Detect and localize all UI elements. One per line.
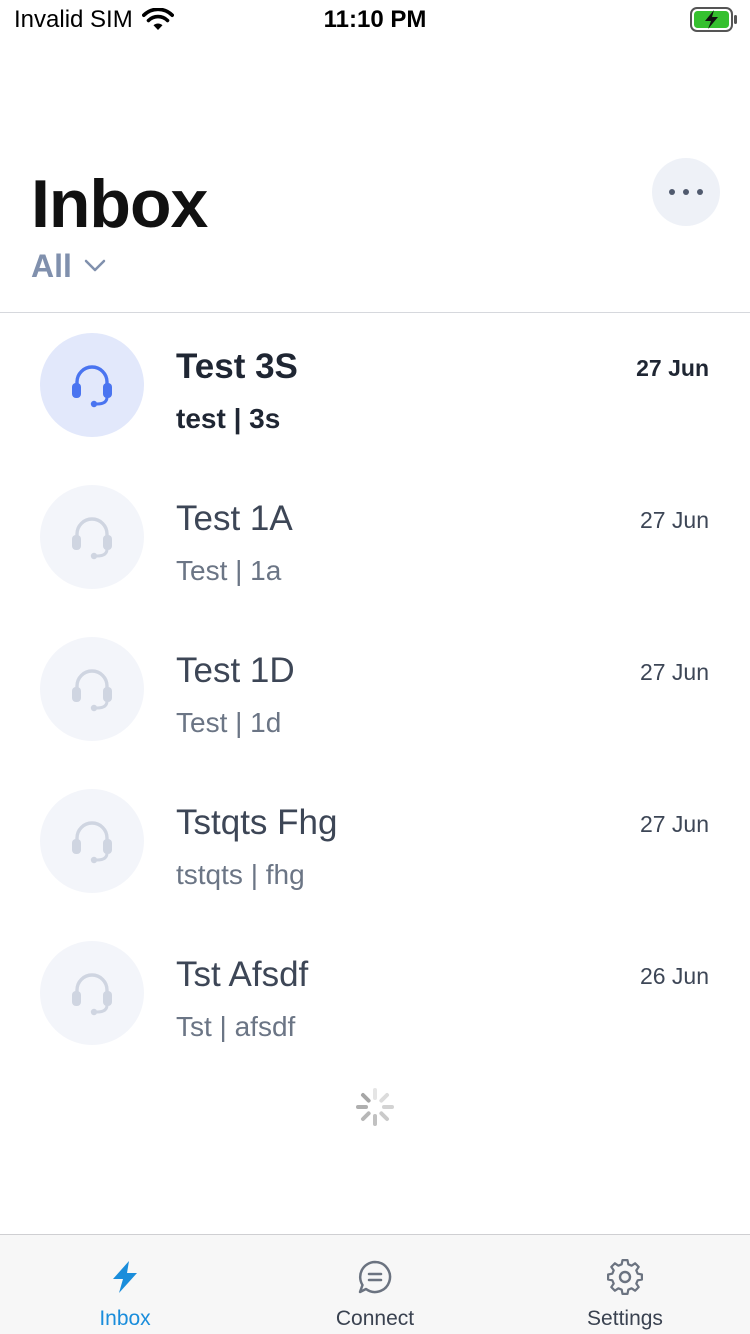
clock: 11:10 PM (323, 6, 427, 33)
conversation-list: Test 3S test | 3s 27 Jun Test 1A Test | 1a 27… (0, 313, 750, 1073)
conversation-preview: Test | 1d (176, 707, 282, 738)
battery-charging-icon (690, 7, 737, 32)
more-options-button[interactable] (652, 158, 720, 226)
spinner-spoke (360, 1111, 371, 1122)
conversation-name: Tstqts Fhg (176, 803, 338, 842)
status-bar: Invalid SIM 11:10 PM (0, 0, 750, 40)
chat-bubble-icon (355, 1257, 395, 1297)
tab-connect-label: Connect (335, 1307, 415, 1330)
headset-icon (72, 669, 112, 712)
lightning-icon (105, 1257, 145, 1297)
avatar (40, 485, 144, 589)
conversation-name: Test 3S (176, 347, 298, 386)
conversation-date: 27 Jun (639, 811, 709, 837)
conversation-date: 27 Jun (639, 507, 709, 533)
conversation-date: 26 Jun (639, 963, 709, 989)
spinner-spoke (379, 1092, 390, 1103)
spinner-spoke (360, 1092, 371, 1103)
inbox-screen: Invalid SIM 11:10 PM Inbox All Test 3S te… (0, 0, 750, 1334)
conversation-date: 27 Jun (636, 355, 709, 381)
conversation-preview: tstqts | fhg (176, 859, 305, 890)
conversation-preview: Test | 1a (176, 555, 282, 586)
spinner-spoke (379, 1111, 390, 1122)
headset-icon (72, 821, 112, 864)
conversation-row[interactable]: Test 3S test | 3s 27 Jun (0, 313, 750, 465)
chevron-down-icon (84, 259, 106, 272)
tab-settings[interactable]: Settings (500, 1235, 750, 1334)
conversation-row[interactable]: Tstqts Fhg tstqts | fhg 27 Jun (0, 769, 750, 921)
conversation-row[interactable]: Tst Afsdf Tst | afsdf 26 Jun (0, 921, 750, 1073)
filter-label: All (31, 247, 72, 284)
filter-dropdown[interactable]: All (31, 246, 106, 286)
conversation-name: Test 1D (176, 651, 295, 690)
avatar (40, 333, 144, 437)
tab-inbox[interactable]: Inbox (0, 1235, 250, 1334)
conversation-preview: Tst | afsdf (176, 1011, 296, 1042)
more-horizontal-icon (669, 189, 703, 195)
avatar (40, 789, 144, 893)
avatar (40, 637, 144, 741)
conversation-name: Test 1A (176, 499, 293, 538)
conversation-name: Tst Afsdf (176, 955, 309, 994)
headset-icon (72, 365, 112, 408)
gear-icon (605, 1257, 645, 1297)
conversation-row[interactable]: Test 1D Test | 1d 27 Jun (0, 617, 750, 769)
tab-bar: Inbox Connect Settings (0, 1234, 750, 1334)
tab-settings-label: Settings (587, 1307, 663, 1330)
conversation-date: 27 Jun (639, 659, 709, 685)
headset-icon (72, 517, 112, 560)
page-title: Inbox (31, 166, 208, 242)
conversation-row[interactable]: Test 1A Test | 1a 27 Jun (0, 465, 750, 617)
tab-connect[interactable]: Connect (250, 1235, 500, 1334)
headset-icon (72, 973, 112, 1016)
avatar (40, 941, 144, 1045)
loading-spinner (356, 1088, 394, 1126)
conversation-preview: test | 3s (176, 403, 281, 434)
tab-inbox-label: Inbox (99, 1307, 151, 1330)
